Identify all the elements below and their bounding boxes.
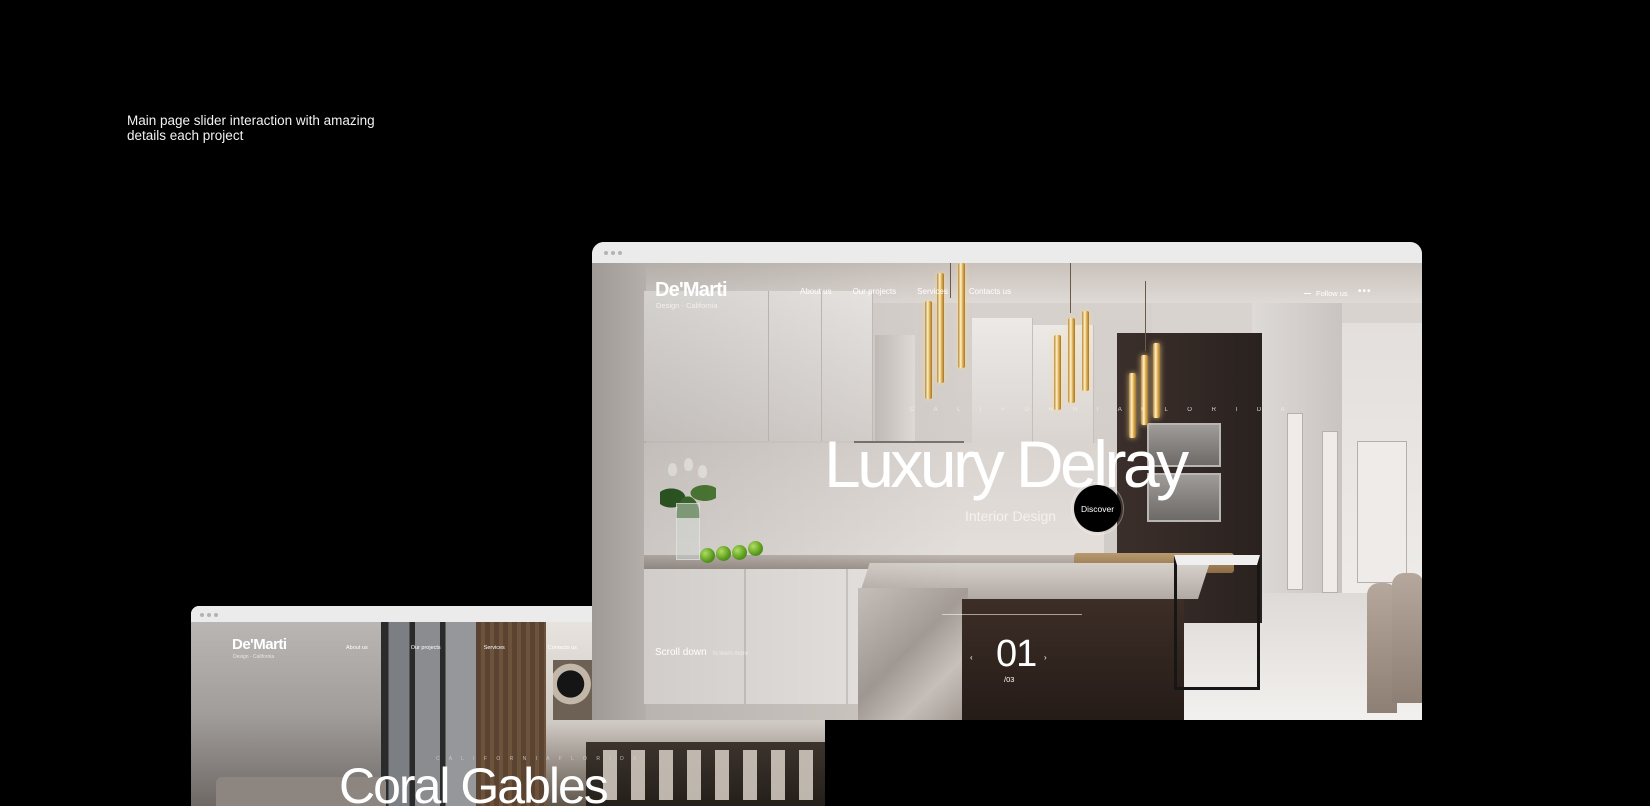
next-slide-arrow-icon[interactable]: ›: [1044, 653, 1047, 662]
logo[interactable]: De'Marti: [655, 279, 728, 302]
slide-title: Luxury Delray: [824, 427, 1189, 501]
window-controls: [200, 613, 218, 617]
follow-us-label: Follow us: [1316, 289, 1348, 298]
more-menu-icon[interactable]: •••: [1358, 286, 1372, 297]
scroll-down-indicator[interactable]: Scroll down to learn more: [655, 647, 748, 658]
nav-projects[interactable]: Our projects: [853, 287, 897, 296]
main-nav: About us Our projects Services Contacts …: [346, 645, 598, 651]
follow-us-link[interactable]: Follow us: [1304, 289, 1348, 298]
logo-subtitle: Design - California: [656, 301, 718, 310]
logo-subtitle: Design - California: [233, 654, 275, 660]
slide-counter-current: 01: [996, 633, 1037, 675]
window-controls: [604, 251, 622, 255]
dash-icon: [1304, 293, 1311, 294]
location-kicker: C A L I F O R N I A F L O R I D A: [910, 407, 1294, 413]
nav-contacts[interactable]: Contacts us: [548, 645, 577, 651]
main-nav: About us Our projects Services Contacts …: [800, 287, 1032, 296]
browser-chrome: [592, 242, 1422, 263]
slide-luxury-delray: De'Marti Design - California About us Ou…: [592, 263, 1422, 720]
nav-services[interactable]: Services: [484, 645, 505, 651]
scroll-hint: to learn more: [712, 651, 749, 657]
scroll-down-label: Scroll down: [655, 647, 707, 658]
slide-counter-total: /03: [1004, 675, 1015, 684]
nav-contacts[interactable]: Contacts us: [969, 287, 1011, 296]
slide-title: Coral Gables: [339, 758, 609, 806]
wall-art-image: [553, 660, 597, 720]
slide-progress-line: [942, 614, 1082, 615]
discover-button[interactable]: Discover: [1074, 485, 1121, 532]
nav-about[interactable]: About us: [800, 287, 832, 296]
nav-projects[interactable]: Our projects: [411, 645, 441, 651]
prev-slide-arrow-icon[interactable]: ‹: [970, 653, 973, 662]
logo[interactable]: De'Marti: [232, 636, 287, 653]
page-caption: Main page slider interaction with amazin…: [127, 113, 375, 143]
nav-about[interactable]: About us: [346, 645, 368, 651]
browser-window-luxury-delray: De'Marti Design - California About us Ou…: [592, 242, 1422, 720]
nav-services[interactable]: Services: [917, 287, 948, 296]
slide-subtitle: Interior Design: [965, 508, 1057, 524]
